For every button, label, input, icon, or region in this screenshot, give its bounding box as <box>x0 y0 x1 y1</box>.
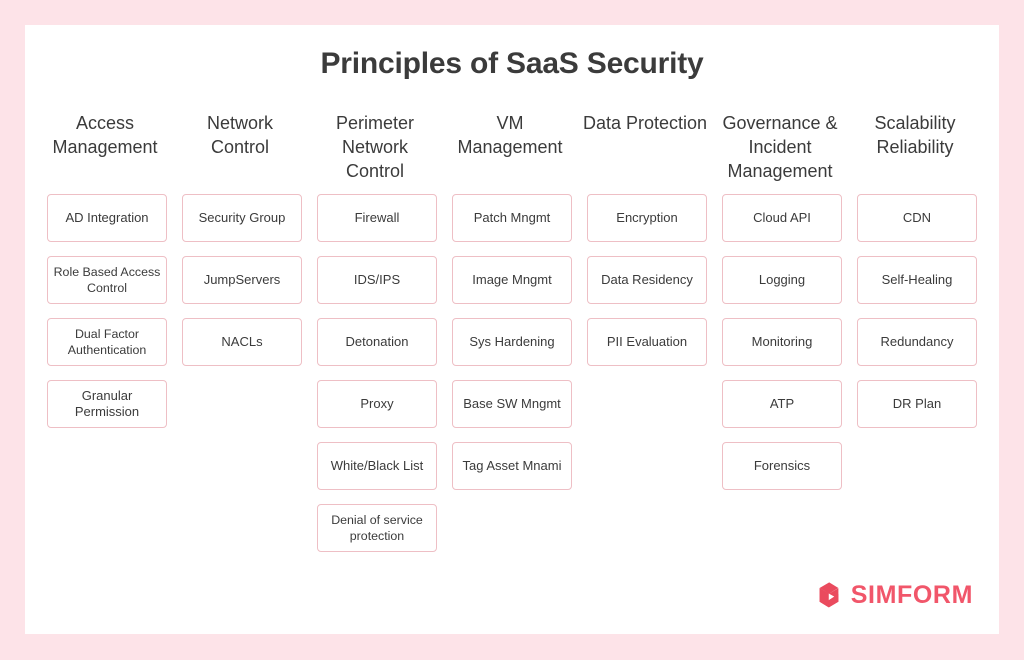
category-column: VM Management Patch Mngmt Image Mngmt Sys H… <box>452 111 572 490</box>
column-item-list: Cloud API Logging Monitoring ATP Forensics <box>722 194 842 490</box>
principle-label: Self-Healing <box>881 272 953 287</box>
principle-box[interactable]: Patch Mngmt <box>452 194 572 242</box>
principle-box[interactable]: Dual Factor Authentication <box>47 318 167 366</box>
principle-label: Tag Asset Mnami <box>462 458 562 473</box>
category-column: Data Protection Encryption Data Residency P… <box>583 111 707 366</box>
column-header: Scalability Reliability <box>874 113 956 157</box>
principle-box[interactable]: Image Mngmt <box>452 256 572 304</box>
principle-label: Monitoring <box>751 334 813 349</box>
columns-area: Access Management AD Integration Role Base… <box>25 111 999 552</box>
column-item-list: Firewall IDS/IPS Detonation Proxy White/Blac… <box>317 194 437 552</box>
principle-box[interactable]: DR Plan <box>857 380 977 428</box>
column-item-list: Encryption Data Residency PII Evaluation <box>587 194 707 366</box>
page-title: Principles of SaaS Security <box>320 47 704 80</box>
brand-wordmark: SIMFORM <box>850 580 973 609</box>
principle-label: White/Black List <box>330 458 424 473</box>
principle-box[interactable]: JumpServers <box>182 256 302 304</box>
principle-label: JumpServers <box>203 272 281 287</box>
principle-box[interactable]: Denial of service protection <box>317 504 437 552</box>
principle-label: Patch Mngmt <box>473 210 551 225</box>
simform-logo-icon <box>814 580 844 610</box>
category-column: Access Management AD Integration Role Base… <box>47 111 167 428</box>
principle-box[interactable]: White/Black List <box>317 442 437 490</box>
principle-box[interactable]: Tag Asset Mnami <box>452 442 572 490</box>
column-header: Network Control <box>206 113 273 157</box>
principle-box[interactable]: Encryption <box>587 194 707 242</box>
principle-label: PII Evaluation <box>606 334 688 349</box>
column-item-list: CDN Self-Healing Redundancy DR Plan <box>857 194 977 428</box>
category-column: Perimeter Network Control Firewall IDS/IPS… <box>317 111 437 552</box>
category-column: Scalability Reliability CDN Self-Healing Re… <box>857 111 977 428</box>
principle-label: CDN <box>902 210 932 225</box>
principle-label: Encryption <box>616 210 678 225</box>
principle-label: Granular Permission <box>74 388 140 419</box>
principle-box[interactable]: Base SW Mngmt <box>452 380 572 428</box>
principle-label: Redundancy <box>880 334 954 349</box>
principle-label: Denial of service protection <box>331 513 423 543</box>
principle-box[interactable]: Granular Permission <box>47 380 167 428</box>
principle-label: Base SW Mngmt <box>463 396 561 411</box>
principle-label: IDS/IPS <box>353 272 401 287</box>
category-column: Network Control Security Group JumpServers… <box>182 111 302 366</box>
principle-box[interactable]: Redundancy <box>857 318 977 366</box>
principle-box[interactable]: Monitoring <box>722 318 842 366</box>
principle-box[interactable]: Proxy <box>317 380 437 428</box>
principle-label: Data Residency <box>601 272 693 287</box>
principle-label: DR Plan <box>892 396 942 411</box>
principle-label: Dual Factor Authentication <box>67 327 147 357</box>
category-column: Governance & Incident Management Cloud AP… <box>722 111 842 490</box>
principle-box[interactable]: CDN <box>857 194 977 242</box>
principle-box[interactable]: AD Integration <box>47 194 167 242</box>
column-item-list: Security Group JumpServers NACLs <box>182 194 302 366</box>
principle-box[interactable]: Detonation <box>317 318 437 366</box>
principle-box[interactable]: IDS/IPS <box>317 256 437 304</box>
principle-label: Firewall <box>354 210 400 225</box>
principle-label: ATP <box>769 396 795 411</box>
principle-box[interactable]: Security Group <box>182 194 302 242</box>
principle-label: Image Mngmt <box>472 272 552 287</box>
principle-box[interactable]: ATP <box>722 380 842 428</box>
column-item-list: Patch Mngmt Image Mngmt Sys Hardening Base … <box>452 194 572 490</box>
principle-box[interactable]: Role Based Access Control <box>47 256 167 304</box>
principle-box[interactable]: PII Evaluation <box>587 318 707 366</box>
principle-label: Forensics <box>753 458 811 473</box>
column-item-list: AD Integration Role Based Access Control D… <box>47 194 167 428</box>
infographic-frame: Principles of SaaS Security Access Manag… <box>0 0 1024 660</box>
principle-label: Cloud API <box>753 210 811 225</box>
principle-box[interactable]: Cloud API <box>722 194 842 242</box>
principle-label: Proxy <box>360 396 394 411</box>
column-header: VM Management <box>457 113 563 157</box>
principle-box[interactable]: Self-Healing <box>857 256 977 304</box>
principle-label: NACLs <box>221 334 263 349</box>
principle-box[interactable]: NACLs <box>182 318 302 366</box>
column-header: Data Protection <box>582 113 708 133</box>
principle-label: AD Integration <box>65 210 149 225</box>
principle-box[interactable]: Data Residency <box>587 256 707 304</box>
principle-label: Role Based Access Control <box>53 265 161 295</box>
principle-label: Sys Hardening <box>469 334 555 349</box>
principle-box[interactable]: Firewall <box>317 194 437 242</box>
infographic-card: Principles of SaaS Security Access Manag… <box>25 25 999 634</box>
brand-logo: SIMFORM <box>814 580 973 610</box>
column-header: Governance & Incident Management <box>722 113 838 181</box>
principle-box[interactable]: Forensics <box>722 442 842 490</box>
column-header: Perimeter Network Control <box>335 113 415 181</box>
principle-label: Detonation <box>345 334 409 349</box>
principle-label: Security Group <box>198 210 286 225</box>
principle-label: Logging <box>758 272 806 287</box>
principle-box[interactable]: Sys Hardening <box>452 318 572 366</box>
column-header: Access Management <box>52 113 158 157</box>
principle-box[interactable]: Logging <box>722 256 842 304</box>
